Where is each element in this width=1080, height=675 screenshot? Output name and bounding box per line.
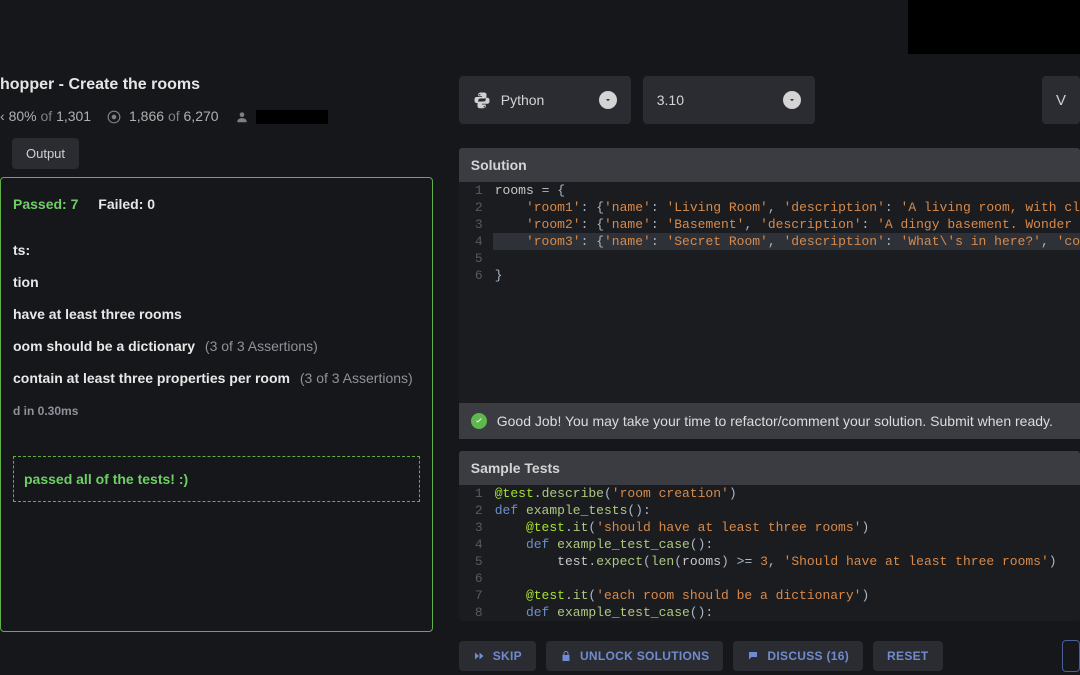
version-dropdown[interactable]: 3.10 — [643, 76, 815, 124]
kata-title: hopper - Create the rooms — [0, 34, 433, 94]
assertion-count-2: (3 of 3 Assertions) — [205, 338, 318, 354]
line-number: 5 — [459, 553, 493, 570]
line-number: 3 — [459, 519, 493, 536]
sample-tests-header: Sample Tests — [459, 451, 1080, 485]
stat-percent: 80% — [9, 108, 37, 124]
stat-of: of — [40, 108, 52, 124]
stat-percent-group: ‹ 80% of 1,301 — [0, 108, 91, 124]
solution-editor[interactable]: 1rooms = { 2 'room1': {'name': 'Living R… — [459, 182, 1080, 404]
stat-count2: 1,866 — [129, 108, 164, 124]
line-number: 1 — [459, 182, 493, 199]
test-item-2-text: oom should be a dictionary — [13, 338, 195, 354]
code-line-1: rooms = { — [493, 182, 565, 199]
line-number: 6 — [459, 267, 493, 284]
skip-button[interactable]: SKIP — [459, 641, 536, 671]
code-line-4: 'room3': {'name': 'Secret Room', 'descri… — [493, 233, 1080, 250]
test-item-1-text: have at least three rooms — [13, 306, 182, 322]
test-line-2: def example_tests(): — [493, 502, 651, 519]
test-item-1: have at least three rooms — [13, 306, 420, 322]
chevron-down-icon — [783, 91, 801, 109]
language-label: Python — [501, 92, 545, 108]
discuss-icon — [747, 650, 759, 662]
line-number: 4 — [459, 233, 493, 250]
python-icon — [473, 91, 491, 109]
line-number: 5 — [459, 250, 493, 267]
line-number: 6 — [459, 570, 493, 587]
target-icon — [107, 110, 121, 124]
kata-stats-row: ‹ 80% of 1,301 1,866 of 6,270 — [0, 94, 433, 124]
test-line-3: @test.it('should have at least three roo… — [493, 519, 870, 536]
stat-saves-group: 1,866 of 6,270 — [107, 108, 218, 124]
results-summary: Passed: 7 Failed: 0 — [13, 196, 420, 212]
reset-button[interactable]: RESET — [873, 641, 943, 671]
failed-count: Failed: 0 — [98, 196, 155, 212]
skip-label: SKIP — [493, 649, 522, 663]
test-line-1: @test.describe('room creation') — [493, 485, 737, 502]
results-panel: Passed: 7 Failed: 0 ts: tion have at lea… — [0, 177, 433, 632]
version-label: 3.10 — [657, 92, 684, 108]
good-job-text: Good Job! You may take your time to refa… — [497, 413, 1053, 429]
username-redacted — [256, 110, 328, 124]
all-passed-banner: passed all of the tests! :) — [13, 456, 420, 502]
line-number: 1 — [459, 485, 493, 502]
line-number: 2 — [459, 199, 493, 216]
test-line-7: @test.it('each room should be a dictiona… — [493, 587, 870, 604]
output-tab[interactable]: Output — [12, 138, 79, 169]
discuss-label: DISCUSS (16) — [767, 649, 849, 663]
discuss-button[interactable]: DISCUSS (16) — [733, 641, 863, 671]
check-circle-icon — [471, 413, 487, 429]
lock-icon — [560, 650, 572, 662]
unlock-label: UNLOCK SOLUTIONS — [580, 649, 709, 663]
code-line-6: } — [493, 267, 503, 284]
stat-total1: 1,301 — [56, 108, 91, 124]
test-item-2: oom should be a dictionary (3 of 3 Asser… — [13, 338, 420, 354]
test-item-3-text: contain at least three properties per ro… — [13, 370, 290, 386]
code-line-2: 'room1': {'name': 'Living Room', 'descri… — [493, 199, 1080, 216]
code-line-3: 'room2': {'name': 'Basement', 'descripti… — [493, 216, 1072, 233]
skip-icon — [473, 650, 485, 662]
user-icon — [235, 110, 249, 124]
vim-mode-button[interactable]: V — [1042, 76, 1080, 124]
assertion-count-3: (3 of 3 Assertions) — [300, 370, 413, 386]
solution-header: Solution — [459, 148, 1080, 182]
chevron-left-icon: ‹ — [0, 108, 9, 124]
timing-text: d in 0.30ms — [13, 404, 420, 418]
tests-label: ts: — [13, 242, 420, 258]
test-line-8: def example_test_case(): — [493, 604, 713, 621]
stat-of2: of — [168, 108, 180, 124]
code-line-5 — [493, 250, 495, 267]
test-item-3: contain at least three properties per ro… — [13, 370, 420, 386]
language-dropdown[interactable]: Python — [459, 76, 631, 124]
stat-total2: 6,270 — [184, 108, 219, 124]
line-number: 2 — [459, 502, 493, 519]
test-line-5: test.expect(len(rooms) >= 3, 'Should hav… — [493, 553, 1057, 570]
line-number: 7 — [459, 587, 493, 604]
test-line-4: def example_test_case(): — [493, 536, 713, 553]
reset-label: RESET — [887, 649, 929, 663]
test-section-label: tion — [13, 274, 420, 290]
sample-tests-editor[interactable]: 1@test.describe('room creation') 2def ex… — [459, 485, 1080, 621]
good-job-banner: Good Job! You may take your time to refa… — [459, 403, 1080, 439]
test-line-6 — [493, 570, 495, 587]
line-number: 3 — [459, 216, 493, 233]
passed-count: Passed: 7 — [13, 196, 78, 212]
chevron-down-icon — [599, 91, 617, 109]
stat-user-group — [235, 108, 329, 124]
action-bar: SKIP UNLOCK SOLUTIONS DISCUSS (16) RESET — [459, 641, 1080, 671]
unlock-button[interactable]: UNLOCK SOLUTIONS — [546, 641, 723, 671]
line-number: 8 — [459, 604, 493, 621]
submit-button-edge[interactable] — [1062, 640, 1080, 672]
line-number: 4 — [459, 536, 493, 553]
